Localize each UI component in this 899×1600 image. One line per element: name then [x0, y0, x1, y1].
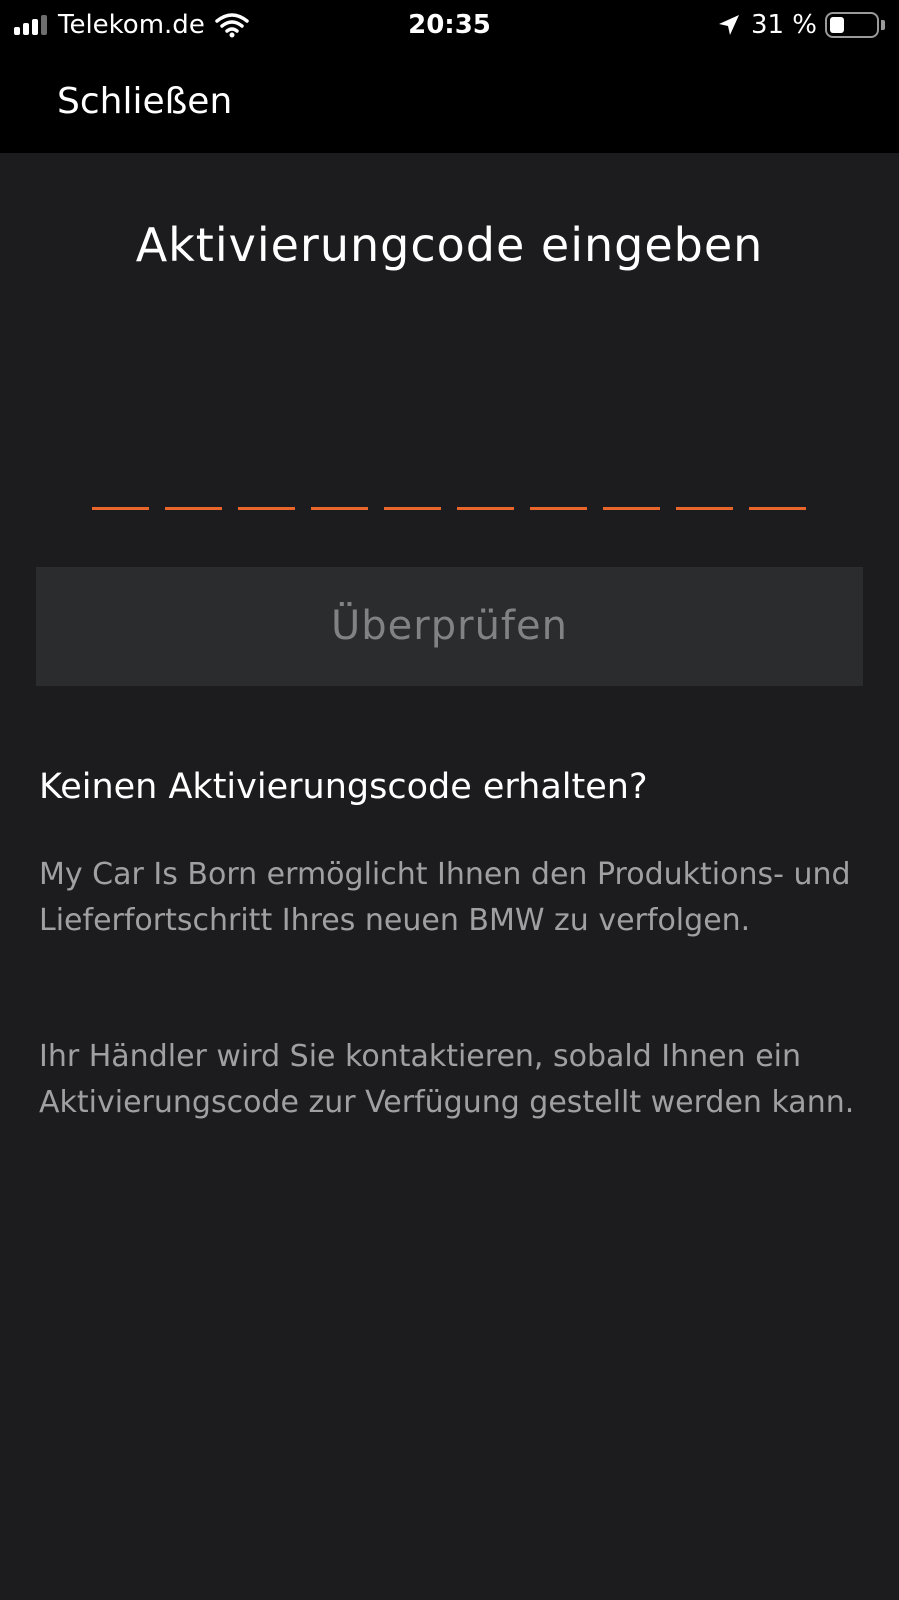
- verify-button[interactable]: Überprüfen: [36, 567, 863, 686]
- location-arrow-icon: [718, 15, 739, 35]
- close-button[interactable]: Schließen: [57, 75, 232, 129]
- battery-level-fill: [830, 17, 844, 33]
- status-right: 31 %: [717, 8, 885, 42]
- battery-icon: [825, 12, 879, 38]
- battery-tip: [881, 20, 885, 30]
- code-digit-slot: [92, 507, 149, 510]
- battery-percentage: 31 %: [750, 10, 817, 40]
- page-title: Aktivierungcode eingeben: [135, 218, 764, 272]
- code-digit-slot: [384, 507, 441, 510]
- help-paragraph-dealer: Ihr Händler wird Sie kontaktieren, sobal…: [39, 1039, 855, 1120]
- code-digit-slot: [749, 507, 806, 510]
- code-digit-slot: [311, 507, 368, 510]
- code-digit-slot: [530, 507, 587, 510]
- code-digit-slot: [676, 507, 733, 510]
- navigation-bar: Schließen: [0, 52, 899, 153]
- code-digit-slot: [603, 507, 660, 510]
- code-digit-slot: [457, 507, 514, 510]
- status-bar: Telekom.de 20:35 31 %: [0, 0, 899, 52]
- code-digit-slot: [165, 507, 222, 510]
- activation-code-input[interactable]: [92, 470, 806, 510]
- help-paragraph-production: My Car Is Born ermöglicht Ihnen den Prod…: [39, 857, 851, 938]
- code-digit-slot: [238, 507, 295, 510]
- help-heading: Keinen Aktivierungscode erhalten?: [39, 767, 648, 807]
